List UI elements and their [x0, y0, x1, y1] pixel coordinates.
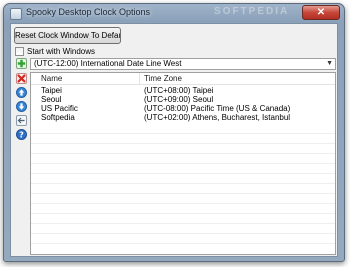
help-icon: ?: [16, 129, 27, 140]
watermark: SOFTPEDIA: [214, 6, 290, 17]
start-with-windows-checkbox[interactable]: [15, 46, 24, 56]
window-title: Spooky Desktop Clock Options: [26, 7, 151, 17]
row-time-zone: (UTC+08:00) Taipei: [144, 86, 214, 95]
row-divider: [31, 173, 335, 174]
row-name: Taipei: [41, 86, 62, 95]
move-up-button[interactable]: [16, 87, 27, 98]
move-down-button[interactable]: [16, 101, 27, 112]
table-row[interactable]: Seoul (UTC+09:00) Seoul: [31, 95, 335, 104]
options-window: Spooky Desktop Clock Options SOFTPEDIA ✕…: [3, 3, 345, 262]
svg-text:?: ?: [19, 131, 24, 140]
row-divider: [31, 153, 335, 154]
clock-list-header: Name Time Zone: [31, 73, 335, 85]
help-button[interactable]: ?: [16, 129, 27, 140]
row-time-zone: (UTC-08:00) Pacific Time (US & Canada): [144, 104, 291, 113]
row-divider: [31, 233, 335, 234]
edit-icon: [16, 115, 27, 126]
row-divider: [31, 143, 335, 144]
column-header-name[interactable]: Name: [41, 73, 62, 84]
reset-defaults-button[interactable]: Reset Clock Window To Defaults: [14, 27, 121, 44]
row-divider: [31, 163, 335, 164]
clock-list[interactable]: Name Time Zone Taipei (UTC+08:00) Taipei…: [30, 72, 336, 255]
column-divider[interactable]: [139, 73, 140, 84]
title-bar[interactable]: Spooky Desktop Clock Options SOFTPEDIA ✕: [4, 4, 344, 23]
delete-clock-button[interactable]: [16, 73, 27, 84]
column-header-time-zone[interactable]: Time Zone: [144, 73, 182, 84]
table-row[interactable]: US Pacific (UTC-08:00) Pacific Time (US …: [31, 104, 335, 113]
timezone-dropdown[interactable]: (UTC-12:00) International Date Line West…: [30, 58, 336, 70]
table-row[interactable]: Softpedia (UTC+02:00) Athens, Bucharest,…: [31, 113, 335, 122]
row-name: Softpedia: [41, 113, 75, 122]
chevron-down-icon[interactable]: ▼: [326, 59, 333, 69]
app-icon: [10, 8, 22, 20]
client-area: Reset Clock Window To Defaults Start wit…: [10, 23, 338, 257]
row-name: US Pacific: [41, 104, 78, 113]
edit-clock-button[interactable]: [16, 115, 27, 126]
arrow-down-icon: [16, 101, 27, 112]
row-time-zone: (UTC+02:00) Athens, Bucharest, Istanbul: [144, 113, 291, 122]
row-divider: [31, 183, 335, 184]
arrow-up-icon: [16, 87, 27, 98]
row-divider: [31, 223, 335, 224]
row-name: Seoul: [41, 95, 62, 104]
start-with-windows-label: Start with Windows: [27, 46, 96, 56]
row-time-zone: (UTC+09:00) Seoul: [144, 95, 214, 104]
x-icon: [16, 73, 27, 84]
table-row[interactable]: Taipei (UTC+08:00) Taipei: [31, 86, 335, 95]
row-divider: [31, 243, 335, 244]
add-clock-button[interactable]: [16, 58, 27, 69]
row-divider: [31, 213, 335, 214]
row-divider: [31, 203, 335, 204]
plus-icon: [16, 58, 27, 69]
row-divider: [31, 133, 335, 134]
timezone-dropdown-value: (UTC-12:00) International Date Line West: [34, 59, 182, 68]
row-divider: [31, 193, 335, 194]
start-with-windows-option[interactable]: Start with Windows: [15, 46, 95, 56]
close-button[interactable]: ✕: [302, 5, 340, 20]
